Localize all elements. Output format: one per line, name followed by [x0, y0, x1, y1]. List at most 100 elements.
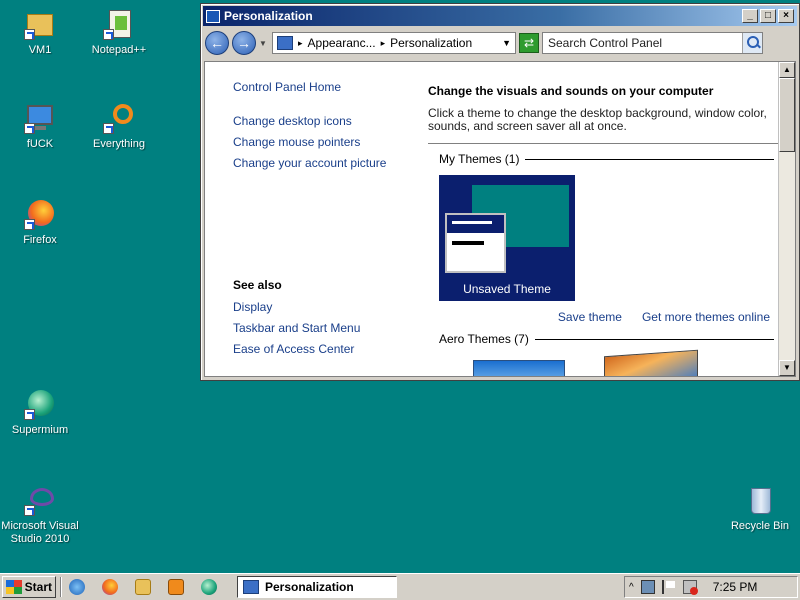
- left-pane: Control Panel Home Change desktop icons …: [205, 62, 426, 376]
- ease-of-access-link[interactable]: Ease of Access Center: [233, 342, 426, 356]
- desktop-icon-label: Notepad++: [91, 44, 147, 56]
- taskbar-start-menu-link[interactable]: Taskbar and Start Menu: [233, 321, 426, 335]
- desktop-icon-label: fUCK: [26, 138, 54, 150]
- desktop-icon-vm1[interactable]: VM1: [0, 8, 80, 57]
- aero-themes-header: Aero Themes (7): [428, 332, 780, 346]
- start-button[interactable]: Start: [2, 576, 56, 598]
- magnifier-icon: [103, 102, 135, 134]
- aero-theme-thumbnail[interactable]: [473, 360, 565, 376]
- display-link[interactable]: Display: [233, 300, 426, 314]
- desktop-icon-firefox[interactable]: Firefox: [0, 198, 80, 247]
- maximize-button[interactable]: □: [760, 9, 776, 23]
- minimize-button[interactable]: _: [742, 9, 758, 23]
- desktop-icon-fuck[interactable]: fUCK: [0, 102, 80, 151]
- show-hidden-icons-icon[interactable]: ^: [629, 582, 634, 593]
- right-pane: Change the visuals and sounds on your co…: [428, 62, 780, 376]
- desktop-icon-label: Recycle Bin: [730, 520, 790, 532]
- notepadpp-icon: [103, 8, 135, 40]
- content-area: Control Panel Home Change desktop icons …: [204, 61, 796, 377]
- theme-actions: Save theme Get more themes online: [428, 310, 770, 324]
- computer-icon: [24, 102, 56, 134]
- scroll-down-arrow-icon[interactable]: ▼: [779, 360, 795, 376]
- theme-name: Unsaved Theme: [463, 282, 551, 296]
- unsaved-theme-tile[interactable]: Unsaved Theme: [439, 175, 575, 301]
- my-themes-label: My Themes (1): [439, 152, 520, 166]
- divider: [428, 143, 780, 144]
- personalization-window: Personalization _ □ × ← → ▼ ▸ Appearanc.…: [200, 3, 800, 381]
- theme-preview-window: [445, 213, 506, 273]
- breadcrumb-separator-icon[interactable]: ▸: [381, 38, 386, 49]
- taskbar-button-personalization[interactable]: Personalization: [237, 576, 397, 598]
- windows-logo-icon: [6, 580, 22, 594]
- refresh-button[interactable]: ⇄: [519, 33, 539, 53]
- control-panel-icon: [206, 9, 220, 23]
- control-panel-icon: [243, 580, 259, 594]
- back-button[interactable]: ←: [205, 31, 229, 55]
- folder-icon: [135, 579, 151, 595]
- supermium-icon: [24, 388, 56, 420]
- breadcrumb-appearance[interactable]: Appearanc...: [308, 36, 376, 50]
- aero-themes-label: Aero Themes (7): [439, 332, 529, 346]
- taskbar: Start Personalization ^ 7:25 PM: [0, 573, 800, 600]
- control-panel-icon: [277, 36, 293, 50]
- title-bar[interactable]: Personalization _ □ ×: [203, 6, 797, 26]
- visual-studio-icon: [24, 484, 56, 516]
- aero-theme-thumbnail[interactable]: [604, 349, 698, 376]
- quicklaunch-explorer[interactable]: [132, 577, 154, 597]
- desktop-icon-notepadpp[interactable]: Notepad++: [79, 8, 159, 57]
- firefox-icon: [102, 579, 118, 595]
- vertical-scrollbar[interactable]: ▲ ▼: [778, 62, 795, 376]
- network-icon[interactable]: [640, 580, 655, 594]
- desktop-icon-visual-studio[interactable]: Microsoft Visual Studio 2010: [0, 484, 80, 546]
- forward-button[interactable]: →: [232, 31, 256, 55]
- desktop-icon-everything[interactable]: Everything: [79, 102, 159, 151]
- save-theme-link[interactable]: Save theme: [558, 310, 622, 324]
- navigation-bar: ← → ▼ ▸ Appearanc... ▸ Personalization ▼…: [201, 28, 799, 58]
- my-themes-header: My Themes (1): [428, 152, 780, 166]
- breadcrumb-separator-icon[interactable]: ▸: [298, 38, 303, 49]
- page-heading: Change the visuals and sounds on your co…: [428, 84, 714, 98]
- quicklaunch-media-player[interactable]: [165, 577, 187, 597]
- volume-muted-icon[interactable]: [682, 580, 698, 595]
- start-label: Start: [24, 580, 52, 594]
- quicklaunch-supermium[interactable]: [198, 577, 220, 597]
- media-player-icon: [168, 579, 184, 595]
- taskbar-button-label: Personalization: [265, 580, 354, 594]
- desktop-icon-label: Everything: [93, 138, 145, 150]
- change-account-picture-link[interactable]: Change your account picture: [233, 156, 426, 170]
- close-button[interactable]: ×: [778, 9, 794, 23]
- supermium-icon: [201, 579, 217, 595]
- aero-theme-thumbnails: [428, 349, 780, 376]
- address-bar[interactable]: ▸ Appearanc... ▸ Personalization ▼: [272, 32, 516, 54]
- desktop-icon-supermium[interactable]: Supermium: [0, 388, 80, 437]
- search-icon[interactable]: [742, 33, 762, 53]
- search-placeholder: Search Control Panel: [548, 36, 663, 50]
- quicklaunch-firefox[interactable]: [99, 577, 121, 597]
- search-input[interactable]: Search Control Panel: [542, 32, 763, 54]
- recycle-bin-icon: [744, 484, 776, 516]
- page-description: Click a theme to change the desktop back…: [428, 106, 767, 133]
- change-desktop-icons-link[interactable]: Change desktop icons: [233, 114, 426, 128]
- scroll-thumb[interactable]: [779, 78, 795, 152]
- desktop-icon-label: Supermium: [11, 424, 69, 436]
- action-center-flag-icon[interactable]: [661, 580, 676, 594]
- change-mouse-pointers-link[interactable]: Change mouse pointers: [233, 135, 426, 149]
- folder-icon: [24, 8, 56, 40]
- clock[interactable]: 7:25 PM: [713, 580, 758, 594]
- firefox-icon: [24, 198, 56, 230]
- system-tray: ^ 7:25 PM: [624, 576, 798, 598]
- internet-explorer-icon: [69, 579, 85, 595]
- quicklaunch-separator: [60, 577, 62, 597]
- breadcrumb-personalization[interactable]: Personalization: [390, 36, 472, 50]
- chevron-down-icon[interactable]: ▼: [259, 39, 269, 48]
- get-more-themes-link[interactable]: Get more themes online: [642, 310, 770, 324]
- desktop-icon-label: Microsoft Visual Studio 2010: [1, 520, 79, 545]
- window-title: Personalization: [224, 9, 313, 23]
- scroll-up-arrow-icon[interactable]: ▲: [779, 62, 795, 78]
- control-panel-home-link[interactable]: Control Panel Home: [233, 80, 426, 94]
- desktop-icon-label: Firefox: [23, 234, 57, 246]
- desktop-icon-recycle-bin[interactable]: Recycle Bin: [720, 484, 800, 533]
- address-dropdown-icon[interactable]: ▼: [502, 38, 511, 48]
- see-also-heading: See also: [233, 278, 282, 292]
- quicklaunch-ie[interactable]: [66, 577, 88, 597]
